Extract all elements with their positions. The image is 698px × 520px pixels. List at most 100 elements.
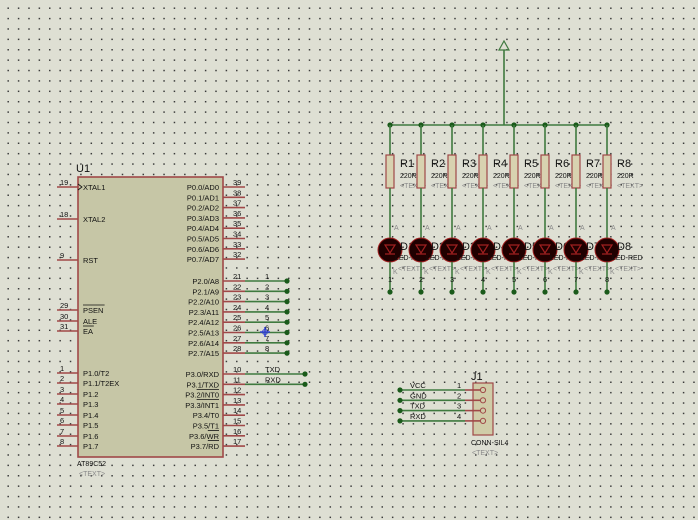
wire-junction-dot[interactable] (284, 299, 290, 305)
wire-junction-dot[interactable] (302, 371, 308, 377)
resistor-body-R1[interactable] (385, 154, 395, 189)
schematic-canvas[interactable]: U1 AT89C52 <TEXT> 19 XTAL1 18 XTAL2 9 RST 29 PSEN 3… (0, 0, 698, 520)
j1-text-placeholder: <TEXT> (472, 450, 498, 457)
pin-label: P0.0/AD0 (187, 183, 219, 192)
wire-junction-dot[interactable] (480, 289, 486, 295)
pin-number: 16 (233, 427, 241, 436)
pin-number: 22 (233, 282, 241, 291)
resistor-value: 220R (431, 173, 448, 180)
pin-label: P3.0/RXD (186, 370, 220, 379)
pin-number: 29 (60, 301, 68, 310)
led-text-placeholder: <TEXT> (553, 266, 579, 273)
pin-label: P2.2/A10 (188, 298, 219, 307)
pin-number: 4 (457, 412, 461, 421)
pin-label: P1.0/T2 (83, 369, 109, 378)
net-label: 3 (450, 275, 454, 284)
net-label: 2 (265, 282, 269, 291)
net-label: VCC (410, 381, 426, 390)
resistor-reference: R1 (400, 158, 414, 170)
led-anode-mark: A (456, 225, 461, 232)
pin-number: 21 (233, 272, 241, 281)
pin-label: P0.5/AD5 (187, 235, 219, 244)
pin-number: 9 (60, 251, 64, 260)
pin-number: 25 (233, 313, 241, 322)
wire-junction-dot[interactable] (397, 418, 403, 424)
pin-label: RST (83, 256, 98, 265)
pin-label: P2.5/A13 (188, 329, 219, 338)
wire-junction-dot[interactable] (284, 309, 290, 315)
wire-junction-dot[interactable] (449, 289, 455, 295)
pin-number: 1 (457, 381, 461, 390)
pin-number: 23 (233, 293, 241, 302)
led-text-placeholder: <TEXT> (615, 266, 641, 273)
led-reference: D8 (617, 241, 631, 253)
power-terminal-icon[interactable] (497, 39, 511, 51)
wire-junction-dot[interactable] (397, 408, 403, 414)
pin-label: P0.4/AD4 (187, 224, 219, 233)
wire-junction-dot[interactable] (542, 289, 548, 295)
pin-number: 4 (60, 395, 64, 404)
resistor-reference: R8 (617, 158, 631, 170)
pin-number: 24 (233, 303, 241, 312)
wire-junction-dot[interactable] (604, 289, 610, 295)
wire-junction-dot[interactable] (387, 289, 393, 295)
pin-number: 38 (233, 188, 241, 197)
led-value: LED-RED (612, 255, 643, 262)
resistor-body-R7[interactable] (571, 154, 581, 189)
net-label: 2 (419, 275, 423, 284)
led-anode-mark: A (580, 225, 585, 232)
wire-junction-dot[interactable] (397, 387, 403, 393)
net-label: TXD (265, 365, 281, 374)
resistor-value: 220R (555, 173, 572, 180)
wire-junction-dot[interactable] (284, 350, 290, 356)
pin-label: P0.7/AD7 (187, 255, 219, 264)
resistor-reference: R5 (524, 158, 538, 170)
pin-number: 32 (233, 250, 241, 259)
resistor-text-placeholder: <TEXT> (617, 183, 643, 190)
wire-junction-dot[interactable] (573, 289, 579, 295)
wire-junction-dot[interactable] (284, 288, 290, 294)
resistor-body-R4[interactable] (478, 154, 488, 189)
resistor-body-R8[interactable] (602, 154, 612, 189)
wire-junction-dot[interactable] (284, 319, 290, 325)
wire-junction-dot[interactable] (397, 397, 403, 403)
wire-junction-dot[interactable] (284, 278, 290, 284)
resistor-body-R2[interactable] (416, 154, 426, 189)
led-text-placeholder: <TEXT> (429, 266, 455, 273)
wire-junction-dot[interactable] (284, 340, 290, 346)
pin-label: P0.3/AD3 (187, 214, 219, 223)
wire-junction-dot[interactable] (284, 329, 290, 336)
net-label: RXD (265, 375, 281, 384)
u1-part-name: AT89C52 (77, 461, 106, 468)
pin-number: 31 (60, 322, 68, 331)
resistor-reference: R3 (462, 158, 476, 170)
pin-label: P3.3/INT1 (185, 401, 219, 410)
net-label: 4 (481, 275, 485, 284)
pin-label: P1.4 (83, 411, 98, 420)
led-text-placeholder: <TEXT> (522, 266, 548, 273)
pin-number: 34 (233, 230, 241, 239)
pin-number: 1 (60, 364, 64, 373)
pin-label: P0.6/AD6 (187, 245, 219, 254)
pin-number: 7 (60, 427, 64, 436)
pin-number: 13 (233, 396, 241, 405)
pin-number: 33 (233, 240, 241, 249)
resistor-body-R5[interactable] (509, 154, 519, 189)
pin-label: P3.2/INT0 (185, 391, 219, 400)
led-anode-mark: A (549, 225, 554, 232)
pin-number: 27 (233, 334, 241, 343)
wire-junction-dot[interactable] (418, 289, 424, 295)
net-label: 7 (574, 275, 578, 284)
pin-label: P0.2/AD2 (187, 204, 219, 213)
net-label: TXD (410, 402, 426, 411)
wire-junction-dot[interactable] (302, 381, 308, 387)
pin-label: XTAL1 (83, 183, 105, 192)
resistor-body-R6[interactable] (540, 154, 550, 189)
led-text-placeholder: <TEXT> (460, 266, 486, 273)
pin-label: P2.0/A8 (192, 277, 219, 286)
wire-junction-dot[interactable] (511, 289, 517, 295)
resistor-body-R3[interactable] (447, 154, 457, 189)
net-label: RXD (410, 412, 426, 421)
net-label: 1 (388, 275, 392, 284)
pin-label: P0.1/AD1 (187, 193, 219, 202)
